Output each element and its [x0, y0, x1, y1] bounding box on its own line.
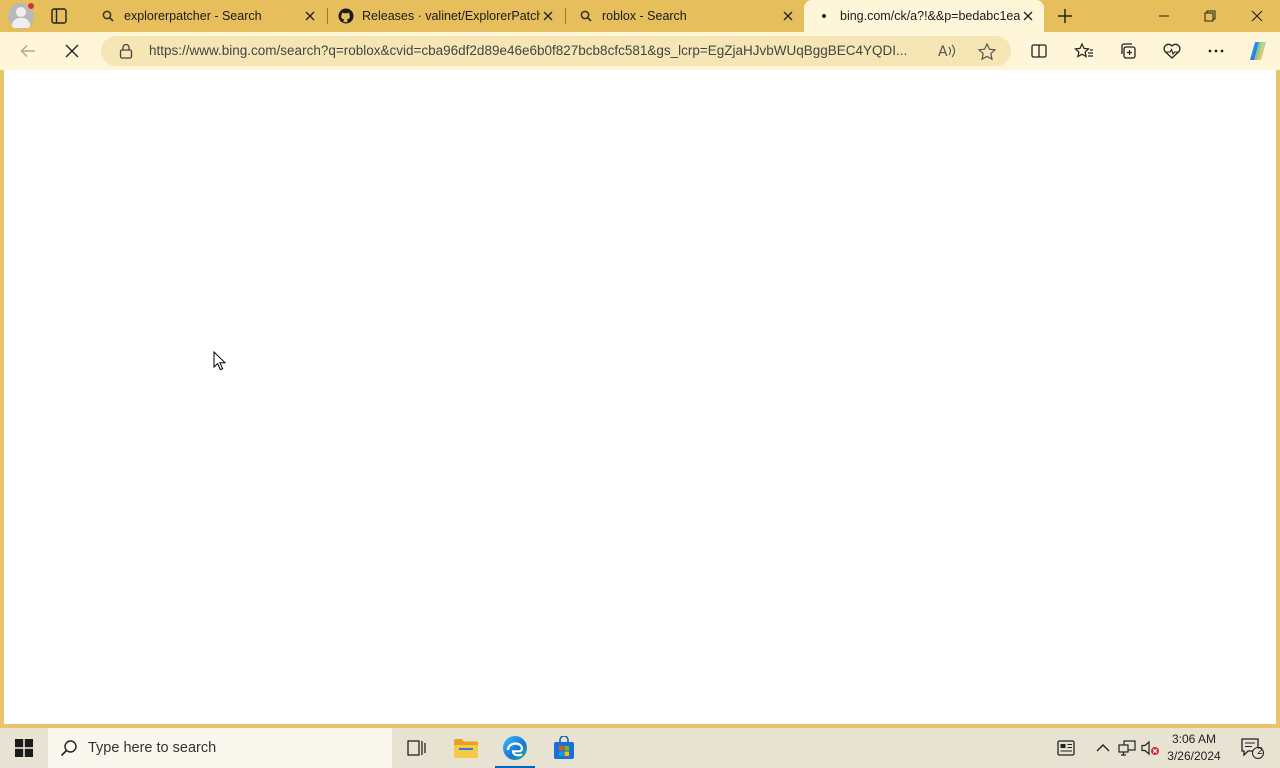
star-icon[interactable]	[977, 42, 997, 67]
address-url[interactable]: https://www.bing.com/search?q=roblox&cvi…	[149, 43, 929, 58]
lock-icon[interactable]	[119, 43, 133, 64]
tab-roblox-search[interactable]: roblox - Search	[566, 2, 804, 30]
volume-muted-button[interactable]	[1138, 728, 1162, 768]
taskbar-microsoft-store[interactable]	[540, 728, 588, 768]
minimize-button[interactable]	[1141, 0, 1187, 32]
profile-avatar-button[interactable]	[8, 2, 35, 29]
tab-explorerpatcher-search[interactable]: explorerpatcher - Search	[88, 2, 326, 30]
search-icon	[578, 8, 594, 24]
network-status-button[interactable]	[1116, 728, 1138, 768]
github-icon	[338, 8, 354, 24]
notification-center-button[interactable]: 2	[1232, 728, 1272, 768]
taskbar-file-explorer[interactable]	[442, 728, 490, 768]
browser-essentials-button[interactable]	[1158, 37, 1186, 65]
restore-icon	[1204, 10, 1216, 22]
search-icon	[100, 8, 116, 24]
stop-loading-button[interactable]	[58, 37, 86, 65]
collections-icon	[1121, 43, 1136, 59]
close-icon	[65, 44, 79, 58]
tab-title: explorerpatcher - Search	[124, 9, 262, 23]
taskbar-search-placeholder: Type here to search	[88, 740, 217, 756]
chevron-up-icon	[1096, 744, 1110, 752]
web-page-content[interactable]	[4, 70, 1276, 724]
new-tab-button[interactable]	[1054, 5, 1076, 27]
notification-count-badge: 2	[1257, 746, 1263, 757]
close-icon	[1251, 10, 1263, 22]
minimize-icon	[1159, 15, 1169, 17]
tab-explorerpatcher-releases[interactable]: Releases · valinet/ExplorerPatcher	[326, 2, 564, 30]
mouse-cursor-icon	[213, 350, 227, 376]
windows-logo-icon	[15, 739, 33, 757]
favorites-icon	[1074, 42, 1093, 58]
search-icon	[60, 739, 78, 762]
clock-time: 3:06 AM	[1171, 732, 1217, 746]
svg-text:A: A	[938, 44, 948, 60]
more-horizontal-icon	[1208, 49, 1224, 53]
speaker-muted-icon	[1141, 740, 1159, 756]
windows-taskbar: Type here to search 3:06 AM 3/26/2024 2	[0, 728, 1280, 768]
restore-button[interactable]	[1187, 0, 1233, 32]
browser-toolbar: https://www.bing.com/search?q=roblox&cvi…	[0, 32, 1280, 70]
settings-more-button[interactable]	[1202, 37, 1230, 65]
tab-title: bing.com/ck/a?!&&p=bedabc1ea	[840, 9, 1020, 23]
back-button[interactable]	[14, 37, 42, 65]
tab-actions-button[interactable]	[48, 6, 70, 26]
close-window-button[interactable]	[1234, 0, 1280, 32]
favorites-button[interactable]	[1070, 37, 1098, 65]
tab-actions-icon	[51, 8, 67, 24]
tab-close-icon[interactable]	[780, 8, 796, 24]
tab-close-icon[interactable]	[540, 8, 556, 24]
copilot-button[interactable]	[1244, 37, 1272, 65]
tab-close-icon[interactable]	[1020, 8, 1036, 24]
tab-title: roblox - Search	[602, 9, 687, 23]
copilot-icon	[1250, 42, 1266, 60]
news-widget-button[interactable]	[1052, 728, 1080, 768]
notification-dot-icon	[27, 2, 35, 10]
show-hidden-icons-button[interactable]	[1092, 728, 1114, 768]
task-view-button[interactable]	[392, 728, 440, 768]
loading-dot-icon	[816, 8, 832, 24]
start-button[interactable]	[0, 728, 48, 768]
collections-button[interactable]	[1114, 37, 1142, 65]
split-screen-icon	[1031, 44, 1047, 58]
back-arrow-icon	[20, 44, 35, 58]
task-view-icon	[407, 740, 426, 756]
tab-title: Releases · valinet/ExplorerPatcher	[362, 9, 540, 23]
store-icon	[554, 736, 574, 759]
clock-date: 3/26/2024	[1167, 749, 1221, 763]
taskbar-search-box[interactable]: Type here to search	[48, 728, 392, 768]
read-aloud-icon[interactable]: A	[937, 42, 957, 65]
address-bar[interactable]: https://www.bing.com/search?q=roblox&cvi…	[101, 36, 1011, 66]
split-screen-button[interactable]	[1025, 37, 1053, 65]
edge-icon	[503, 736, 527, 760]
plus-icon	[1058, 9, 1072, 23]
heart-pulse-icon	[1163, 43, 1181, 59]
taskbar-clock[interactable]: 3:06 AM 3/26/2024	[1162, 731, 1226, 765]
folder-icon	[454, 739, 478, 758]
taskbar-edge[interactable]	[491, 728, 539, 768]
news-icon	[1057, 740, 1075, 756]
network-icon	[1118, 740, 1136, 756]
tab-close-icon[interactable]	[302, 8, 318, 24]
browser-titlebar: explorerpatcher - Search Releases · vali…	[0, 0, 1280, 32]
tab-bing-redirect-active[interactable]: bing.com/ck/a?!&&p=bedabc1ea	[804, 0, 1044, 32]
